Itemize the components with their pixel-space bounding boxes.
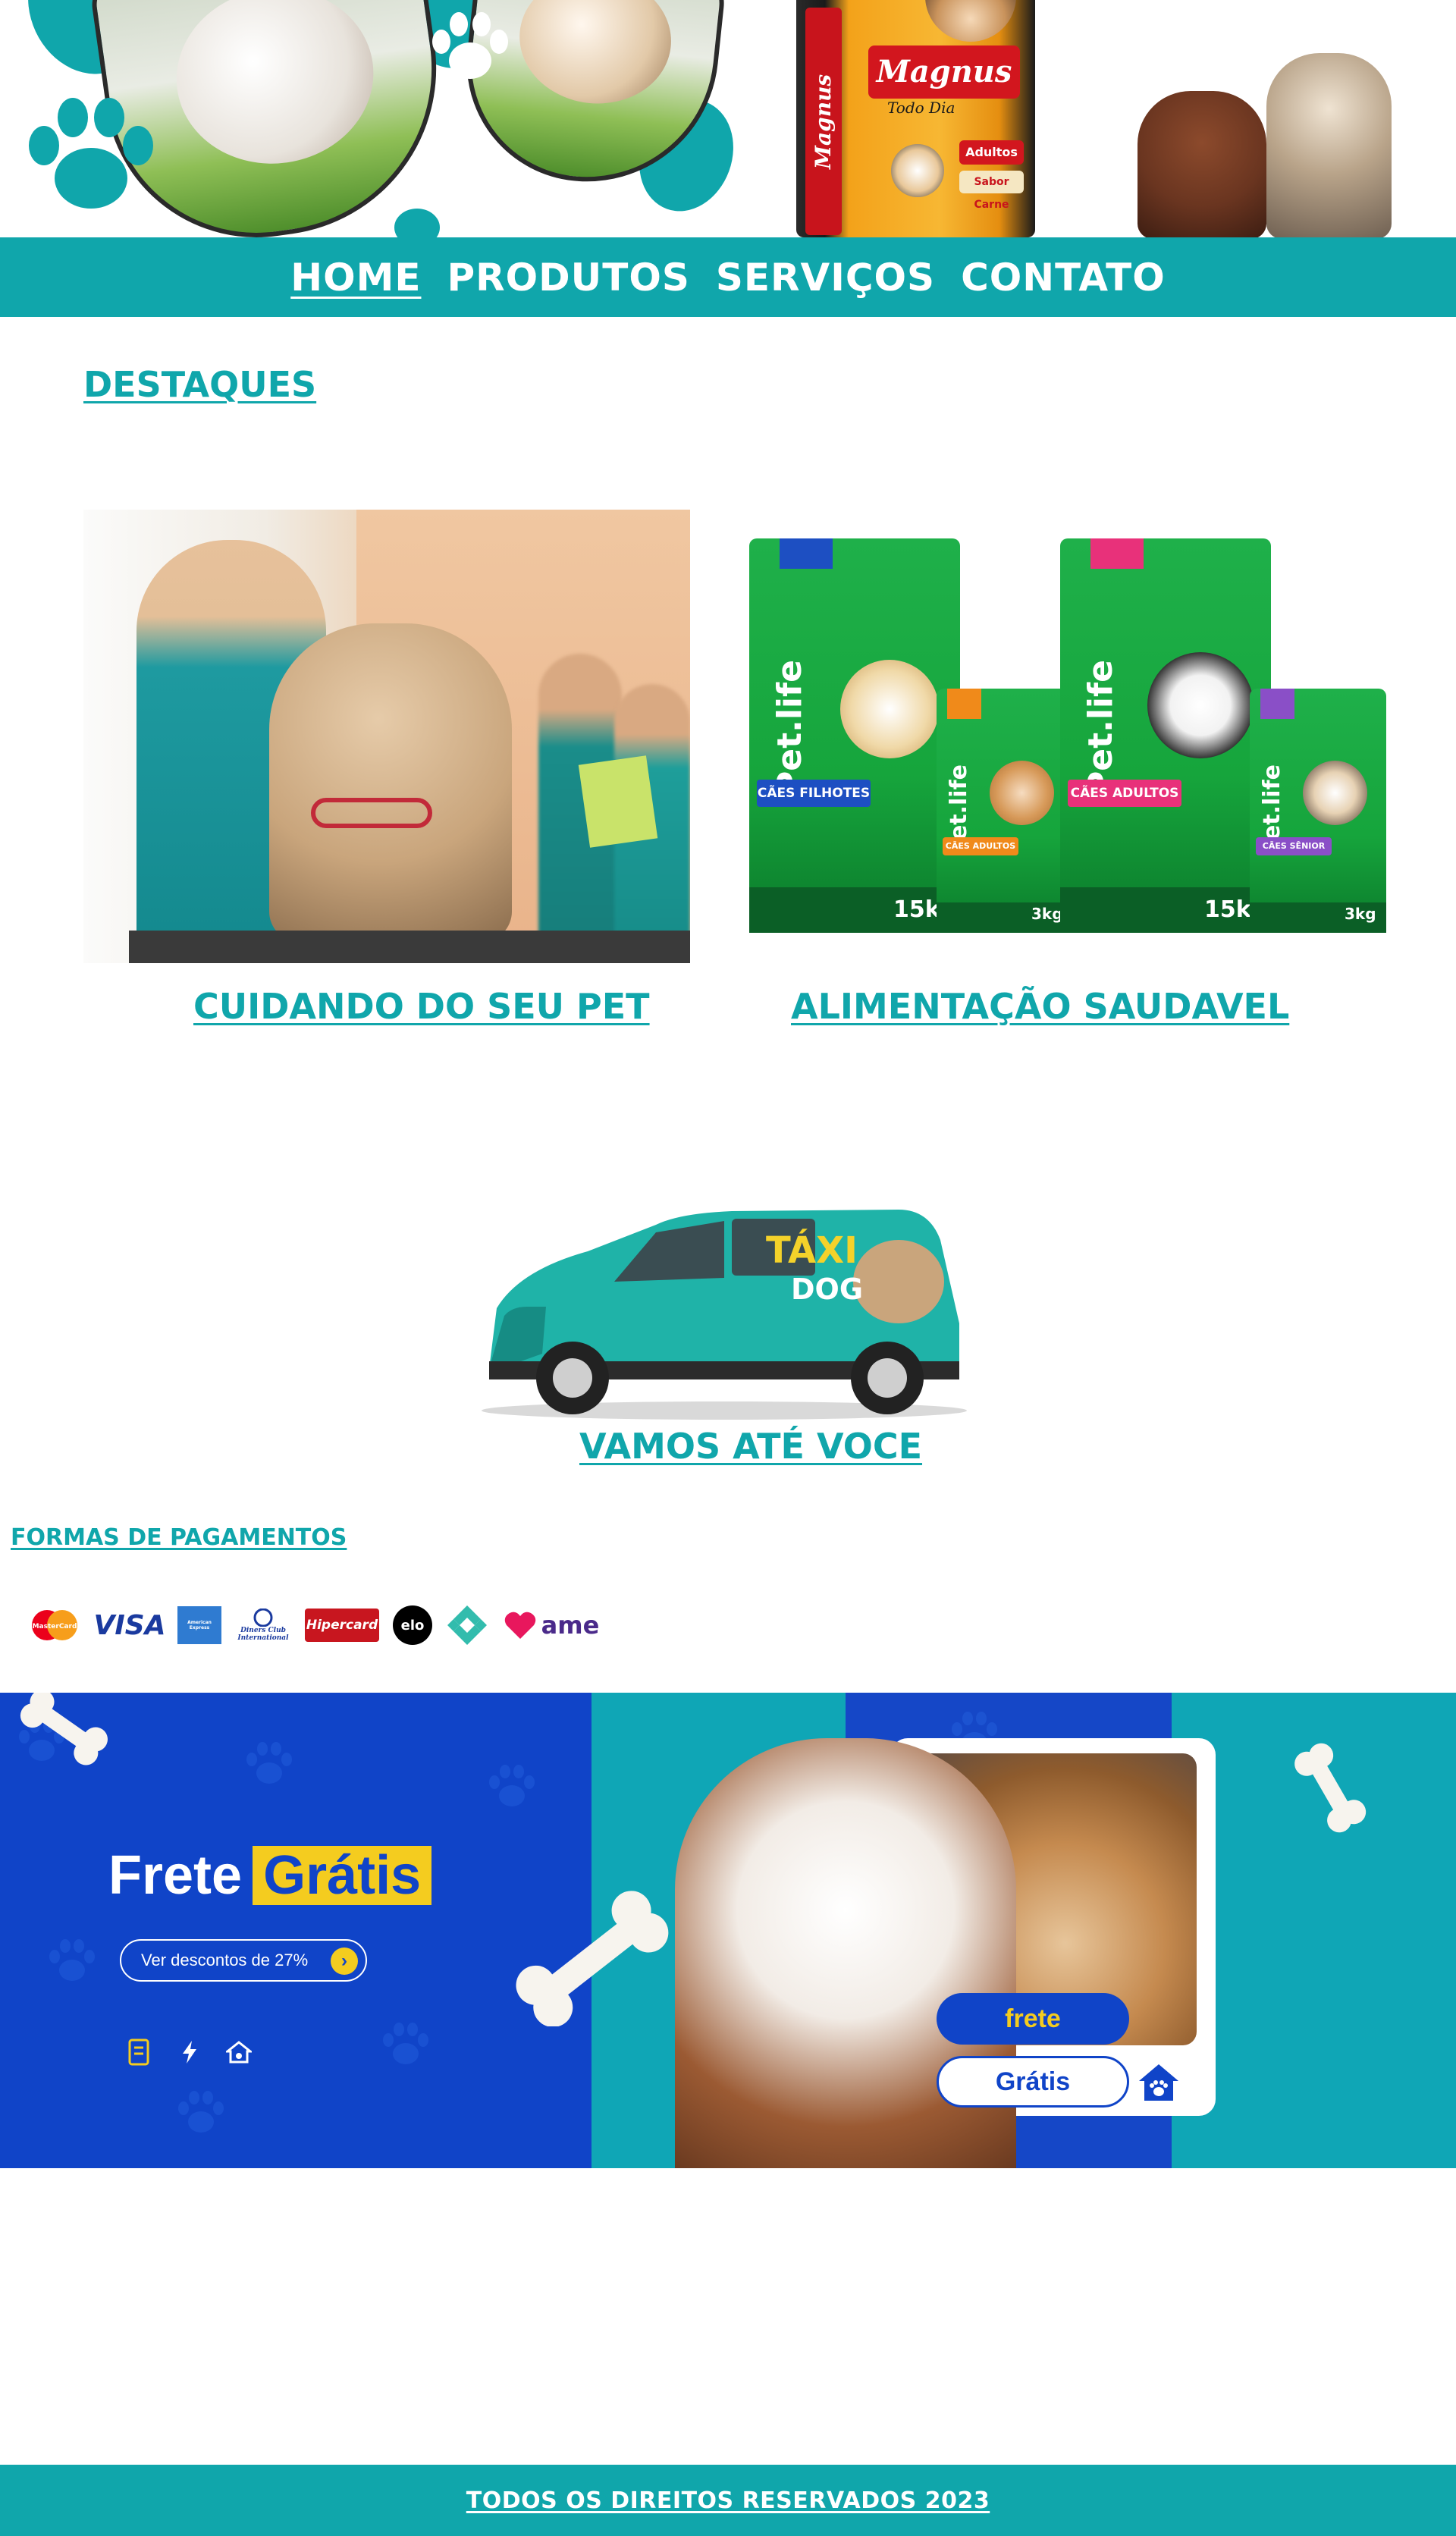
payments-title: Formas de pagamentos xyxy=(11,1524,347,1551)
promo-feature-icons xyxy=(127,2038,252,2067)
elo-icon: elo xyxy=(393,1605,432,1645)
puppy-photo xyxy=(1138,91,1266,237)
product-bag: Pet.life CÃES FILHOTES 15kg xyxy=(749,538,960,933)
frete-word: Frete xyxy=(108,1845,243,1906)
bone-icon xyxy=(20,1693,108,1765)
main-navbar: Home Produtos Serviços Contato xyxy=(0,237,1456,317)
pet-house-icon xyxy=(1139,2064,1178,2101)
svg-text:MasterCard: MasterCard xyxy=(33,1623,77,1631)
van-text-dog: DOG xyxy=(791,1273,863,1306)
cuidando-link[interactable]: Cuidando do seu pet xyxy=(193,986,650,1027)
bag-label: Adultos xyxy=(959,140,1024,165)
ver-descontos-label: Ver descontos de 27% xyxy=(141,1951,309,1969)
nav-home[interactable]: Home xyxy=(290,256,421,300)
vet-photo xyxy=(83,510,690,963)
petlife-products-photo: Pet.life CÃES FILHOTES 15kg Pet.life CÃE… xyxy=(743,531,1395,940)
product-bag: Pet.life CÃES ADULTOS 15kg xyxy=(1060,538,1271,933)
pet-house-icon xyxy=(226,2041,252,2064)
frete-gratis-heading: Frete Grátis xyxy=(108,1844,432,1907)
hipercard-icon: Hipercard xyxy=(305,1609,379,1642)
product-bag: Pet.life CÃES ADULTOS 3kg xyxy=(937,689,1073,933)
frete-gratis-banner: Frete Grátis Ver descontos de 27% › fret… xyxy=(0,1693,1456,2168)
visa-icon: VISA xyxy=(93,1609,166,1641)
gratis-pill-button[interactable]: Grátis xyxy=(937,2056,1129,2108)
bag-brand: Magnus xyxy=(868,46,1020,99)
cat-photo xyxy=(1266,53,1392,237)
nav-contato[interactable]: Contato xyxy=(961,256,1166,300)
paw-icon xyxy=(432,12,508,79)
header-banner: Magnus Magnus Todo Dia Adultos Sabor Car… xyxy=(0,0,1456,237)
nav-servicos[interactable]: Serviços xyxy=(716,256,935,300)
chevron-right-icon: › xyxy=(331,1948,358,1975)
footer: Todos os direitos reservados 2023 xyxy=(0,2465,1456,2536)
bone-icon xyxy=(1294,1743,1367,1833)
van-text-taxi: TÁXI xyxy=(766,1229,858,1272)
bag-subtitle: Todo Dia xyxy=(887,99,956,117)
decorative-blob xyxy=(394,209,440,237)
diners-icon: Diners Club International xyxy=(235,1606,291,1644)
alimentacao-link[interactable]: Alimentação saudavel xyxy=(791,986,1289,1027)
nav-produtos[interactable]: Produtos xyxy=(447,256,689,300)
vamos-ate-voce-link[interactable]: Vamos até voce xyxy=(579,1426,922,1467)
copyright-text: Todos os direitos reservados 2023 xyxy=(466,2487,990,2514)
taxi-dog-van-image: TÁXI DOG xyxy=(482,1210,967,1420)
paw-icon xyxy=(29,98,153,209)
bag-side-brand: Magnus xyxy=(805,8,842,235)
bone-icon xyxy=(516,1891,669,2026)
ver-descontos-button[interactable]: Ver descontos de 27% › xyxy=(120,1939,367,1982)
product-bag: Pet.life CÃES SÊNIOR 3kg xyxy=(1250,689,1386,933)
mastercard-icon: MasterCard xyxy=(27,1606,82,1644)
receipt-icon xyxy=(128,2039,149,2066)
pix-icon xyxy=(446,1605,488,1645)
magnus-food-bag: Magnus Magnus Todo Dia Adultos Sabor Car… xyxy=(796,0,1035,237)
amex-icon: American Express xyxy=(177,1606,221,1644)
ame-icon: ame xyxy=(502,1606,601,1644)
payment-methods-row: MasterCard VISA American Express Diners … xyxy=(27,1602,601,1649)
lightning-icon xyxy=(183,2041,196,2064)
section-title: Destaques xyxy=(83,364,317,405)
frete-pill-button[interactable]: frete xyxy=(937,1993,1129,2045)
bag-label: Sabor Carne xyxy=(959,171,1024,211)
gratis-word: Grátis xyxy=(253,1846,432,1905)
